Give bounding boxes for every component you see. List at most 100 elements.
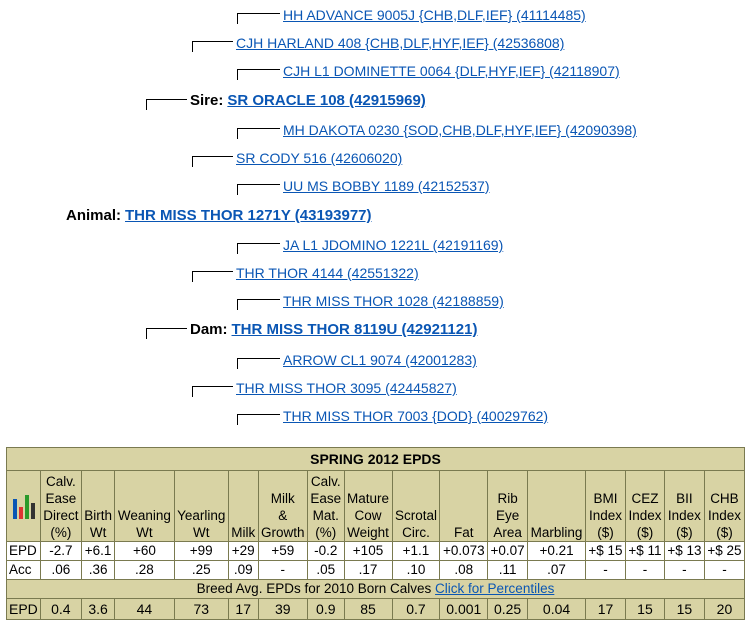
pedigree-link-n12[interactable]: THR MISS THOR 7003 {DOD} (40029762) xyxy=(283,408,548,424)
pedigree-n6: UU MS BOBBY 1189 (42152537) xyxy=(237,177,490,195)
avg-value-cell: 44 xyxy=(114,598,175,620)
epd-header-line: Milk xyxy=(270,491,295,506)
epd-header-line: Wt xyxy=(136,525,153,540)
pedigree-link-n10[interactable]: ARROW CL1 9074 (42001283) xyxy=(283,352,477,368)
acc-value-cell: - xyxy=(585,560,626,580)
pedigree-n7: JA L1 JDOMINO 1221L (42191169) xyxy=(237,236,503,254)
sire-link[interactable]: SR ORACLE 108 (42915969) xyxy=(227,92,425,109)
avg-value-cell: 15 xyxy=(663,598,705,620)
epd-header-cell: Calv. Ease Direct (%) xyxy=(39,470,82,542)
pedigree-link-n2[interactable]: CJH HARLAND 408 {CHB,DLF,HYF,IEF} (42536… xyxy=(236,35,564,51)
avg-value-cell: 85 xyxy=(343,598,393,620)
epd-header-line: Calv. xyxy=(45,474,76,489)
pedigree-link-n1[interactable]: HH ADVANCE 9005J {CHB,DLF,IEF} (41114485… xyxy=(283,7,586,23)
epd-header-line: Calv. xyxy=(310,474,341,489)
tree-connector xyxy=(192,156,233,167)
pedigree-link-n8[interactable]: THR THOR 4144 (42551322) xyxy=(236,265,419,281)
epd-header-line: Yearling xyxy=(177,508,226,523)
epd-header-line: (%) xyxy=(50,525,72,540)
avg-value-cell: 0.4 xyxy=(39,598,82,620)
avg-value-cell: 20 xyxy=(703,598,746,620)
epd-header-line: CEZ xyxy=(631,491,659,506)
epd-header-line: ($) xyxy=(597,525,614,540)
epd-value-cell: +59 xyxy=(257,541,309,561)
pedigree-link-n11[interactable]: THR MISS THOR 3095 (42445827) xyxy=(236,380,457,396)
epd-value-cell: +1.1 xyxy=(391,541,441,561)
avg-row-label: EPD xyxy=(6,598,41,620)
epd-header-line: Wt xyxy=(89,525,107,540)
epd-value-cell: +$ 25 xyxy=(703,541,746,561)
epd-header-line: Mat. xyxy=(312,508,339,523)
acc-value-cell: .06 xyxy=(39,560,82,580)
pedigree-n11: THR MISS THOR 3095 (42445827) xyxy=(192,379,457,397)
epd-table-container: SPRING 2012 EPDS Calv. Ease Direct (%) Birth… xyxy=(6,447,746,620)
pedigree-link-n7[interactable]: JA L1 JDOMINO 1221L (42191169) xyxy=(283,237,503,253)
acc-value-cell: .36 xyxy=(80,560,116,580)
epd-header-line: Birth xyxy=(84,508,112,523)
animal-label: Animal: xyxy=(66,207,122,224)
breed-avg-row: EPD 0.4 3.6 44 73 17 39 0.9 85 0.7 0.001 0.25 0.04 1… xyxy=(6,598,746,620)
epd-header-cell: Calv. Ease Mat. (%) xyxy=(307,470,345,542)
animal-link[interactable]: THR MISS THOR 1271Y (43193977) xyxy=(125,207,372,224)
pedigree-sire: Sire: SR ORACLE 108 (42915969) xyxy=(146,92,426,110)
epd-header-line: Circ. xyxy=(402,525,430,540)
pedigree-dam: Dam: THR MISS THOR 8119U (42921121) xyxy=(146,321,477,339)
pedigree-n8: THR THOR 4144 (42551322) xyxy=(192,264,419,282)
epd-value-cell: +0.073 xyxy=(439,541,489,561)
pedigree-n10: ARROW CL1 9074 (42001283) xyxy=(237,351,477,369)
pedigree-link-n9[interactable]: THR MISS THOR 1028 (42188859) xyxy=(283,293,504,309)
epd-header-cell: Marbling xyxy=(527,470,587,542)
dam-label: Dam: xyxy=(190,321,228,338)
epd-value-cell: +0.07 xyxy=(487,541,529,561)
pedigree-link-n5[interactable]: SR CODY 516 (42606020) xyxy=(236,150,402,166)
epd-header-line: Area xyxy=(493,525,522,540)
dam-link[interactable]: THR MISS THOR 8119U (42921121) xyxy=(232,321,478,338)
avg-value-cell: 0.9 xyxy=(307,598,345,620)
pedigree-link-n3[interactable]: CJH L1 DOMINETTE 0064 {DLF,HYF,IEF} (421… xyxy=(283,63,620,79)
pedigree-n5: SR CODY 516 (42606020) xyxy=(192,149,402,167)
acc-value-cell: - xyxy=(257,560,309,580)
acc-value-cell: .09 xyxy=(227,560,259,580)
epd-header-line: Marbling xyxy=(530,525,583,540)
pedigree-n9: THR MISS THOR 1028 (42188859) xyxy=(237,292,504,310)
epd-value-cell: +0.21 xyxy=(527,541,587,561)
tree-connector xyxy=(237,69,280,80)
bar-chart-icon[interactable] xyxy=(10,491,36,521)
pedigree-n3: CJH L1 DOMINETTE 0064 {DLF,HYF,IEF} (421… xyxy=(237,62,620,80)
epd-header-line: ($) xyxy=(676,525,693,540)
acc-row-label: Acc xyxy=(6,560,41,580)
epd-header-cell: CHB Index ($) xyxy=(703,470,746,542)
sire-label: Sire: xyxy=(190,92,224,109)
epd-value-cell: +6.1 xyxy=(80,541,116,561)
epd-header-line: Mature xyxy=(346,491,390,506)
acc-value-cell: .10 xyxy=(391,560,441,580)
epd-chart-cell[interactable] xyxy=(6,470,41,542)
tree-connector xyxy=(146,328,187,339)
tree-connector xyxy=(237,128,280,139)
epd-header-line: Index xyxy=(667,508,701,523)
epd-header-line: Eye xyxy=(495,508,520,523)
epd-value-cell: -0.2 xyxy=(307,541,345,561)
epd-header-line: BII xyxy=(676,491,693,506)
epd-header-cell: Scrotal Circ. xyxy=(391,470,441,542)
tree-connector xyxy=(146,99,187,110)
acc-value-cell: .17 xyxy=(343,560,393,580)
percentiles-link[interactable]: Click for Percentiles xyxy=(435,581,554,596)
epd-header-cell: Birth Wt xyxy=(80,470,116,542)
epd-value-cell: -2.7 xyxy=(39,541,82,561)
avg-value-cell: 0.04 xyxy=(527,598,587,620)
epd-header-line: Cow xyxy=(354,508,382,523)
tree-connector xyxy=(192,41,233,52)
pedigree-link-n4[interactable]: MH DAKOTA 0230 {SOD,CHB,DLF,HYF,IEF} (42… xyxy=(283,122,637,138)
tree-connector xyxy=(237,358,280,369)
pedigree-link-n6[interactable]: UU MS BOBBY 1189 (42152537) xyxy=(283,178,490,194)
epd-header-row: Calv. Ease Direct (%) Birth Wt Weaning Wt Yearli… xyxy=(6,470,746,542)
epd-header-line: Rib xyxy=(497,491,518,506)
epd-value-cell: +$ 15 xyxy=(585,541,626,561)
epd-header-cell: Mature Cow Weight xyxy=(343,470,393,542)
epd-header-line: Scrotal xyxy=(394,508,437,523)
epd-header-line: Ease xyxy=(45,491,77,506)
epd-header-line: & xyxy=(278,508,288,523)
epd-header-line: ($) xyxy=(636,525,654,540)
epd-values-row: EPD -2.7 +6.1 +60 +99 +29 +59 -0.2 +105 +1.1 +0.0… xyxy=(6,541,746,561)
